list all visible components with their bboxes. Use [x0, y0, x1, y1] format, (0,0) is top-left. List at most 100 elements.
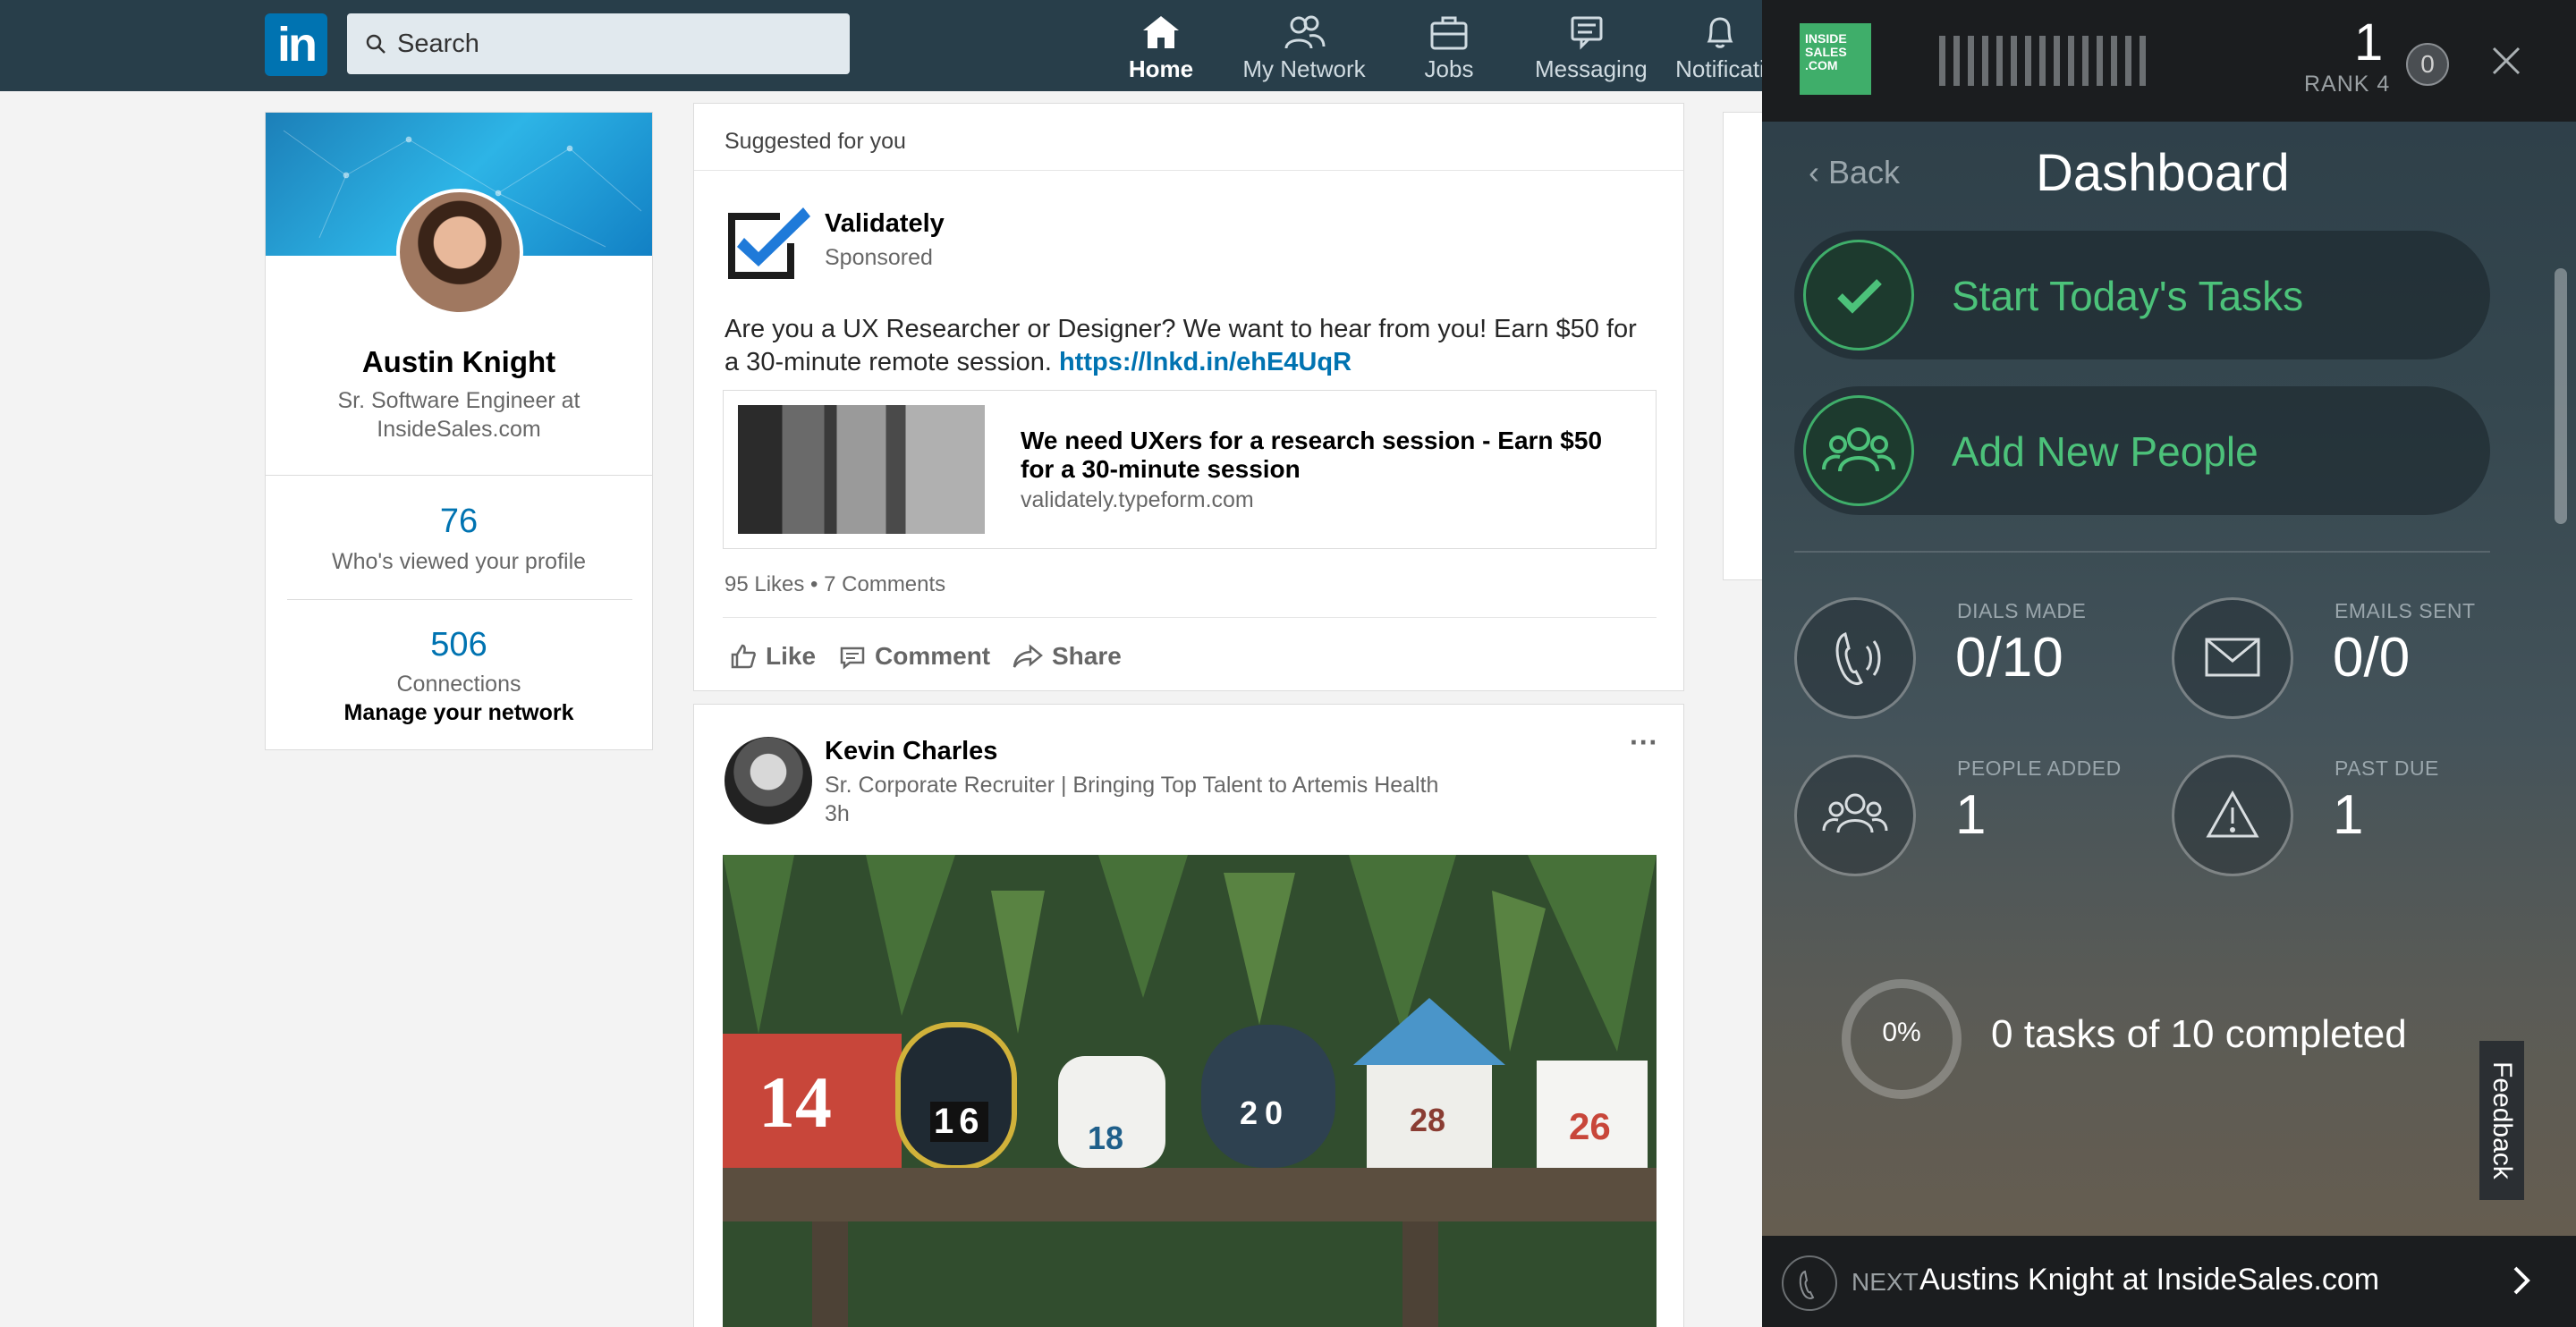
next-contact-name[interactable]: Austins Knight at InsideSales.com	[1919, 1263, 2379, 1297]
connections-count[interactable]: 506	[266, 626, 652, 664]
divider	[723, 617, 1657, 618]
home-icon	[1143, 16, 1179, 48]
more-options-icon[interactable]: ···	[1630, 726, 1658, 759]
people-icon	[1803, 395, 1914, 506]
insidesales-panel: INSIDE SALES .COM 1 RANK 4 0 ‹ Back Dash…	[1762, 0, 2576, 1327]
next-label: NEXT	[1852, 1268, 1919, 1296]
nav-home[interactable]: Home	[1123, 11, 1199, 86]
comment-button[interactable]: Comment	[839, 637, 990, 676]
author-avatar[interactable]	[724, 737, 812, 824]
mailboxes-photo	[723, 855, 1657, 1327]
phone-icon[interactable]	[1794, 597, 1916, 719]
panel-scrollbar[interactable]	[2555, 268, 2567, 524]
nav-notifications-label: Notificati	[1675, 55, 1765, 82]
company-name[interactable]: Validately	[825, 209, 945, 239]
rank-number: 1	[2354, 13, 2384, 72]
start-tasks-label: Start Today's Tasks	[1952, 273, 2304, 319]
nav-my-network[interactable]: My Network	[1241, 11, 1367, 86]
share-button[interactable]: Share	[1013, 637, 1122, 676]
divider	[266, 475, 652, 476]
progress-percent: 0%	[1882, 1018, 1921, 1047]
nav-jobs-label: Jobs	[1424, 55, 1474, 82]
post-time: 3h	[825, 801, 850, 826]
nav-home-label: Home	[1128, 55, 1194, 82]
past-due-value: 1	[2333, 784, 2364, 846]
divider	[287, 599, 632, 600]
close-icon[interactable]	[2485, 39, 2528, 82]
search-box[interactable]	[347, 13, 850, 74]
linkedin-logo[interactable]: in	[265, 13, 327, 76]
chevron-right-icon[interactable]	[2501, 1261, 2540, 1300]
profile-avatar[interactable]	[396, 189, 523, 316]
profile-card: Austin Knight Sr. Software Engineer at I…	[265, 112, 653, 750]
social-counts[interactable]: 95 Likes • 7 Comments	[724, 572, 945, 597]
divider	[1794, 551, 2490, 553]
check-icon	[1803, 240, 1914, 351]
link-preview-title[interactable]: We need UXers for a research session - E…	[1021, 427, 1638, 484]
nav-jobs[interactable]: Jobs	[1413, 11, 1485, 86]
suggested-header: Suggested for you	[724, 129, 906, 154]
past-due-label: PAST DUE	[2334, 756, 2439, 780]
insidesales-logo[interactable]: INSIDE SALES .COM	[1800, 23, 1871, 95]
activity-bars-graphic	[1939, 36, 2154, 86]
next-contact-bar[interactable]: NEXT Austins Knight at InsideSales.com	[1762, 1236, 2576, 1327]
nav-messaging-label: Messaging	[1535, 55, 1648, 82]
emails-sent-label: EMAILS SENT	[2334, 599, 2476, 622]
like-label: Like	[766, 642, 817, 670]
connections-label[interactable]: Connections	[266, 672, 652, 697]
link-preview-url: validately.typeform.com	[1021, 487, 1254, 512]
panel-header: INSIDE SALES .COM 1 RANK 4 0	[1762, 0, 2576, 122]
post-text: Are you a UX Researcher or Designer? We …	[724, 313, 1655, 379]
author-name[interactable]: Kevin Charles	[825, 737, 997, 766]
search-input[interactable]	[397, 13, 835, 74]
top-navigation-bar: in Home My Network Jobs Messaging Notifi…	[0, 0, 1771, 91]
back-label: Back	[1828, 154, 1901, 190]
comment-icon	[840, 647, 865, 670]
profile-views-count[interactable]: 76	[266, 503, 652, 541]
mailbox-number: 20	[1240, 1095, 1291, 1131]
mailbox-number: 14	[758, 1061, 832, 1143]
feed-post-card: Kevin Charles Sr. Corporate Recruiter | …	[693, 704, 1684, 1327]
people-added-value: 1	[1955, 784, 1987, 846]
post-link[interactable]: https://lnkd.in/ehE4UqR	[1059, 348, 1352, 376]
profile-title: Sr. Software Engineer at InsideSales.com	[337, 388, 580, 442]
sponsored-label: Sponsored	[825, 245, 933, 270]
nav-notifications[interactable]: Notificati	[1669, 11, 1771, 86]
mailbox-number: 16	[930, 1102, 988, 1142]
thumbs-up-icon	[731, 644, 756, 669]
link-preview[interactable]: We need UXers for a research session - E…	[723, 390, 1657, 549]
chevron-left-icon: ‹	[1809, 154, 1828, 190]
post-image-mailboxes[interactable]: 14 16 18 20 28 26	[723, 855, 1657, 1327]
nav-messaging[interactable]: Messaging	[1535, 11, 1648, 86]
divider	[694, 170, 1683, 171]
warning-icon[interactable]	[2172, 755, 2293, 876]
add-people-button[interactable]: Add New People	[1794, 386, 2490, 515]
bell-icon	[1707, 17, 1733, 48]
manage-network-link[interactable]: Manage your network	[266, 700, 652, 726]
emails-sent-value: 0/0	[2333, 627, 2411, 689]
validately-logo[interactable]	[724, 202, 812, 279]
profile-name[interactable]: Austin Knight	[266, 345, 652, 379]
like-button[interactable]: Like	[730, 637, 816, 676]
back-button[interactable]: ‹ Back	[1809, 154, 1900, 191]
mailbox-number: 28	[1410, 1102, 1446, 1138]
start-tasks-button[interactable]: Start Today's Tasks	[1794, 231, 2490, 359]
mailbox-number: 18	[1088, 1120, 1124, 1156]
share-icon	[1013, 644, 1043, 668]
share-label: Share	[1052, 642, 1122, 670]
rank-label: RANK 4	[2304, 72, 2391, 97]
people-icon	[1284, 15, 1326, 49]
profile-views-label[interactable]: Who's viewed your profile	[266, 549, 652, 575]
panel-title: Dashboard	[2036, 144, 2290, 202]
nav-my-network-label: My Network	[1242, 55, 1366, 82]
feedback-tab[interactable]: Feedback	[2479, 1041, 2524, 1200]
envelope-icon[interactable]	[2172, 597, 2293, 719]
briefcase-icon	[1430, 16, 1468, 50]
people-icon[interactable]	[1794, 755, 1916, 876]
add-people-label: Add New People	[1952, 428, 2258, 475]
comment-label: Comment	[875, 642, 991, 670]
mailbox-number: 26	[1569, 1105, 1611, 1147]
author-subtitle: Sr. Corporate Recruiter | Bringing Top T…	[825, 773, 1439, 798]
notification-badge[interactable]: 0	[2406, 43, 2449, 86]
phone-icon	[1782, 1255, 1837, 1311]
